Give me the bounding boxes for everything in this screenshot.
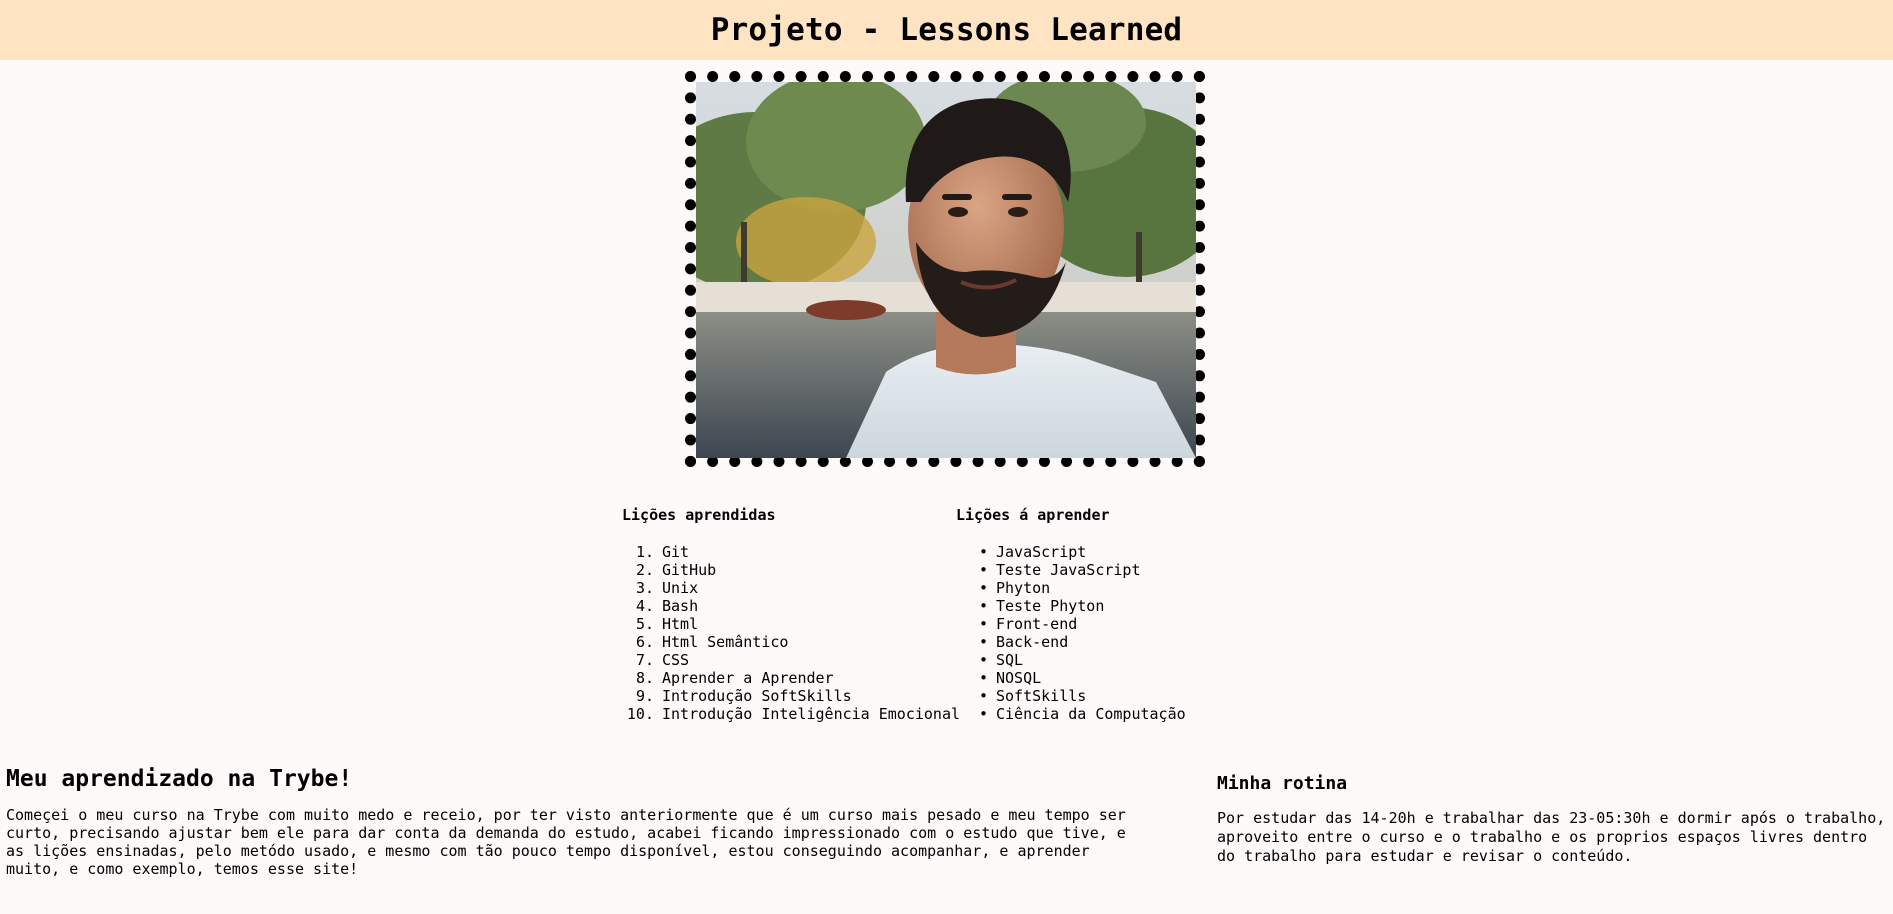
lessons-learned-list: 1. Git 2. GitHub 3. Unix 4. Bash 5. Html 6. Ht… [622,543,961,723]
lessons-learned: Lições aprendidas 1. Git 2. GitHub 3. Unix … [622,506,961,723]
bullet-icon: • [978,579,988,597]
list-item: 1. Git [635,543,690,561]
list-item: • Back-end [956,633,1186,651]
list-item: 7. CSS [635,651,690,669]
lessons-to-learn-list: • JavaScript • Teste JavaScript • Phyton • T… [956,543,1186,723]
list-item: • Teste Phyton [956,597,1186,615]
list-item: 10. Introdução Inteligência Emocional [626,705,961,723]
routine-title: Minha rotina [1217,773,1348,794]
bullet-icon: • [978,705,988,723]
about-section: Meu aprendizado na Trybe! Começei o meu … [6,766,1126,878]
bullet-icon: • [978,687,988,705]
list-item: • Teste JavaScript [956,561,1186,579]
about-text: Começei o meu curso na Trybe com muito m… [6,806,1126,878]
list-item: 3. Unix [635,579,699,597]
bullet-icon: • [978,543,988,561]
page-title: Projeto - Lessons Learned [710,12,1183,48]
list-item: • SoftSkills [956,687,1186,705]
list-item: • Phyton [956,579,1186,597]
list-item: • NOSQL [956,669,1186,687]
bullet-icon: • [978,633,988,651]
list-item: • Front-end [956,615,1186,633]
lessons-to-learn: Lições á aprender • JavaScript • Teste Jav… [956,506,1186,723]
profile-photo [696,82,1196,458]
bullet-icon: • [978,597,988,615]
bullet-icon: • [978,561,988,579]
bullet-icon: • [978,615,988,633]
list-item: 5. Html [635,615,699,633]
list-item: 2. GitHub [635,561,717,579]
bullet-icon: • [978,651,988,669]
list-item: 8. Aprender a Aprender [635,669,834,687]
list-item: • SQL [956,651,1186,669]
list-item: 6. Html Semântico [635,633,789,651]
routine-text: Por estudar das 14-20h e trabalhar das 2… [1217,809,1886,865]
lessons-lists: Lições aprendidas 1. Git 2. GitHub 3. Unix … [622,506,1186,723]
lessons-learned-title: Lições aprendidas [622,506,776,524]
page-header: Projeto - Lessons Learned [0,0,1893,60]
list-item: • JavaScript [956,543,1186,561]
list-item: • Ciência da Computação [956,705,1186,723]
routine-section: Minha rotina Por estudar das 14-20h e tr… [1217,773,1887,866]
list-item: 9. Introdução SoftSkills [635,687,852,705]
lessons-to-learn-title: Lições á aprender [956,506,1110,524]
list-item: 4. Bash [635,597,699,615]
about-title: Meu aprendizado na Trybe! [6,766,353,792]
bullet-icon: • [978,669,988,687]
profile-photo-frame [685,71,1205,467]
